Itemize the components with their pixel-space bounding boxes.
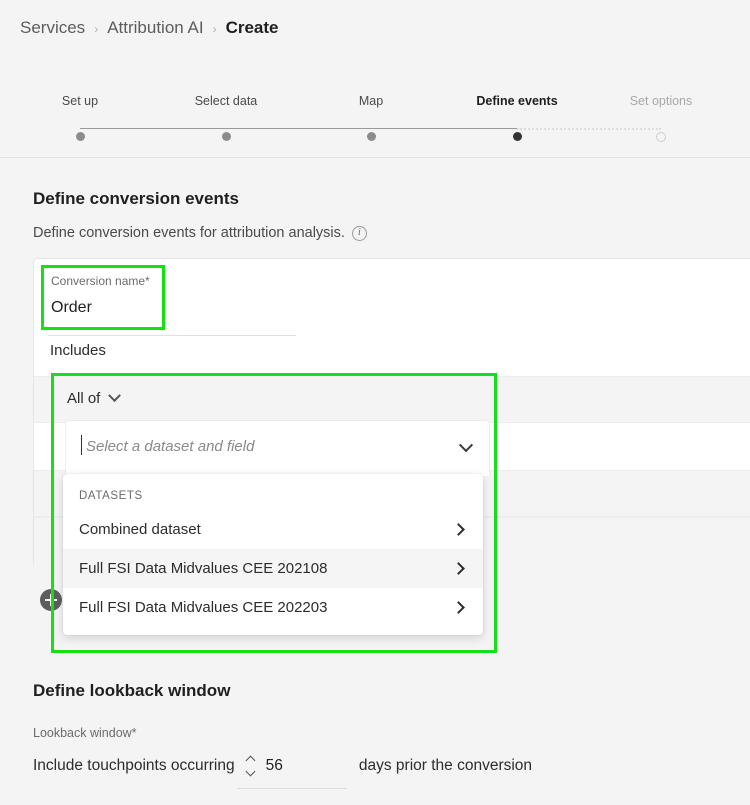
step-connector-3	[371, 128, 517, 129]
dataset-dropdown-menu: DATASETS Combined dataset Full FSI Data …	[63, 474, 483, 635]
dataset-field-input[interactable]: Select a dataset and field	[86, 438, 254, 455]
chevron-down-icon[interactable]	[245, 766, 256, 777]
dropdown-item-combined-dataset[interactable]: Combined dataset	[63, 510, 483, 549]
step-dot	[221, 131, 231, 141]
step-connector-4	[517, 128, 661, 130]
step-connector-1	[80, 128, 226, 129]
step-map[interactable]: Map	[296, 95, 446, 141]
breadcrumb-separator-icon: ›	[212, 22, 217, 36]
conversion-name-underline	[48, 335, 296, 336]
breadcrumb: Services › Attribution AI › Create	[20, 18, 279, 38]
chevron-down-icon[interactable]	[458, 438, 474, 453]
step-dot	[366, 131, 376, 141]
dropdown-toggle[interactable]	[458, 438, 474, 458]
chevron-right-icon	[452, 562, 465, 575]
breadcrumb-item-services[interactable]: Services	[20, 18, 85, 38]
conversion-name-input[interactable]: Order	[43, 287, 291, 324]
dataset-field-select[interactable]: Select a dataset and field	[65, 420, 490, 476]
dropdown-item-full-fsi-202203[interactable]: Full FSI Data Midvalues CEE 202203	[63, 588, 483, 627]
step-dot	[512, 131, 522, 141]
step-set-up[interactable]: Set up	[5, 95, 155, 141]
lookback-prefix-text: Include touchpoints occurring	[33, 757, 235, 774]
lookback-value-input[interactable]: 56	[266, 757, 283, 775]
dropdown-item-label: Full FSI Data Midvalues CEE 202203	[79, 599, 328, 616]
chevron-down-icon[interactable]	[108, 388, 122, 402]
conversion-name-field[interactable]: Conversion name* Order	[43, 267, 291, 324]
lookback-suffix-text: days prior the conversion	[358, 757, 533, 774]
breadcrumb-item-create: Create	[225, 18, 279, 37]
conversion-name-label: Conversion name*	[51, 274, 150, 288]
text-caret	[81, 435, 82, 455]
header-divider	[0, 157, 750, 158]
breadcrumb-separator-icon: ›	[94, 22, 99, 36]
info-icon[interactable]: i	[351, 225, 367, 241]
chevron-right-icon	[452, 523, 465, 536]
step-dot	[75, 131, 85, 141]
step-connector-2	[226, 128, 371, 129]
dropdown-item-full-fsi-202108[interactable]: Full FSI Data Midvalues CEE 202108	[63, 549, 483, 588]
includes-label: Includes	[50, 342, 106, 359]
step-label: Map	[358, 94, 384, 108]
page-subtitle: Define conversion events for attribution…	[33, 225, 367, 241]
progress-stepper: Set up Select data Map Define events Set…	[0, 95, 750, 143]
condition-operator-selector[interactable]: All of	[54, 376, 494, 420]
step-label: Select data	[194, 94, 258, 108]
add-condition-button[interactable]	[40, 589, 62, 611]
lookback-field-label: Lookback window*	[33, 726, 137, 740]
lookback-row: Include touchpoints occurring 56 days pr…	[33, 755, 533, 777]
chevron-up-icon[interactable]	[245, 755, 256, 766]
lookback-stepper[interactable]	[245, 755, 256, 777]
dropdown-group-header: DATASETS	[79, 490, 143, 502]
step-set-options[interactable]: Set options	[586, 95, 736, 142]
step-label: Define events	[476, 94, 558, 108]
lookback-section-title: Define lookback window	[33, 681, 231, 700]
step-define-events[interactable]: Define events	[442, 95, 592, 141]
condition-operator-label: All of	[67, 389, 101, 407]
step-label: Set options	[629, 94, 693, 108]
step-select-data[interactable]: Select data	[151, 95, 301, 141]
lookback-input-underline	[237, 788, 347, 789]
step-label: Set up	[61, 94, 99, 108]
breadcrumb-item-attribution-ai[interactable]: Attribution AI	[107, 18, 203, 38]
page-subtitle-text: Define conversion events for attribution…	[33, 225, 345, 241]
dropdown-item-label: Full FSI Data Midvalues CEE 202108	[79, 560, 328, 577]
chevron-right-icon	[452, 601, 465, 614]
step-dot	[656, 131, 666, 142]
dropdown-item-label: Combined dataset	[79, 521, 201, 538]
page-title: Define conversion events	[33, 189, 239, 208]
